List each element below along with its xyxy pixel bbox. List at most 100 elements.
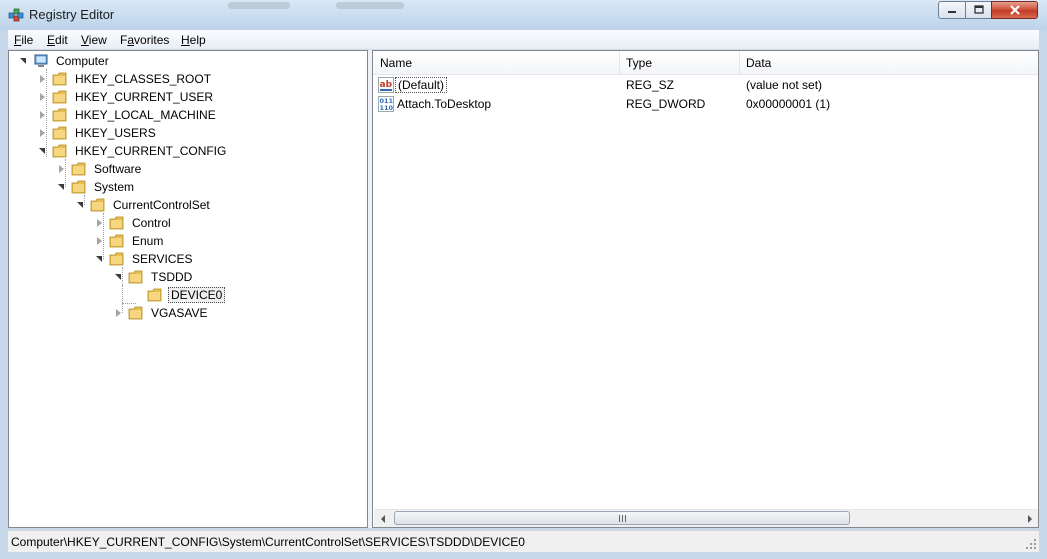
scroll-right-button[interactable] (1021, 510, 1038, 527)
folder-open-icon (109, 252, 124, 266)
blurred-title-area (228, 2, 290, 9)
scroll-left-button[interactable] (374, 510, 391, 527)
folder-icon (52, 108, 67, 122)
expand-arrow-icon[interactable] (114, 308, 124, 318)
list-item[interactable]: 011 110 Attach.ToDesktop REG_DWORD 0x000… (373, 95, 1038, 114)
values-list[interactable]: Name Type Data ab (Default) REG_SZ (valu… (372, 50, 1039, 528)
tree-node-hkey-current-config[interactable]: HKEY_CURRENT_CONFIG (38, 142, 228, 160)
tree-node-tsddd[interactable]: TSDDD (114, 268, 194, 286)
column-header-type[interactable]: Type (619, 51, 739, 74)
expand-arrow-icon[interactable] (38, 92, 48, 102)
tree-node-label: Enum (132, 234, 164, 248)
expand-arrow-icon[interactable] (95, 254, 105, 264)
maximize-button[interactable] (965, 1, 992, 19)
value-data: 0x00000001 (1) (746, 97, 831, 111)
value-type: REG_DWORD (626, 97, 706, 111)
tree-node-vgasave[interactable]: VGASAVE (114, 304, 209, 322)
minimize-icon (948, 11, 956, 13)
tree-node-control[interactable]: Control (95, 214, 173, 232)
menu-favorites-label-end: vorites (134, 33, 170, 47)
svg-text:ab: ab (380, 80, 393, 90)
title-bar[interactable]: Registry Editor (0, 0, 1047, 30)
chevron-right-icon (1027, 514, 1032, 523)
menu-file[interactable]: File (14, 33, 33, 47)
tree-node-currentcontrolset[interactable]: CurrentControlSet (76, 196, 212, 214)
expand-arrow-icon[interactable] (57, 182, 67, 192)
maximize-icon (973, 5, 984, 14)
expand-arrow-icon[interactable] (114, 272, 124, 282)
menu-view[interactable]: View (81, 33, 107, 47)
tree-node-hkey-local-machine[interactable]: HKEY_LOCAL_MACHINE (38, 106, 218, 124)
folder-icon (109, 216, 124, 230)
list-header: Name Type Data (373, 51, 1038, 75)
folder-icon (52, 72, 67, 86)
tree-node-label-selected: DEVICE0 (168, 287, 226, 303)
tree-node-label: TSDDD (151, 270, 193, 284)
tree-node-hkey-classes-root[interactable]: HKEY_CLASSES_ROOT (38, 70, 213, 88)
horizontal-scrollbar[interactable] (374, 509, 1038, 527)
menu-view-label: iew (88, 33, 107, 47)
tree-node-label: HKEY_CLASSES_ROOT (75, 72, 212, 86)
value-name: Attach.ToDesktop (397, 97, 492, 111)
tree-node-label: Control (132, 216, 171, 230)
folder-open-icon (147, 288, 162, 302)
value-type: REG_SZ (626, 78, 675, 92)
expand-arrow-icon[interactable] (38, 74, 48, 84)
menu-bar: File Edit View Favorites Help (8, 30, 1039, 50)
window-title: Registry Editor (29, 7, 115, 22)
expand-arrow-icon[interactable] (19, 56, 29, 66)
menu-edit[interactable]: Edit (47, 33, 68, 47)
folder-icon (109, 234, 124, 248)
folder-open-icon (90, 198, 105, 212)
expand-arrow-icon[interactable] (38, 128, 48, 138)
tree-node-hkey-users[interactable]: HKEY_USERS (38, 124, 158, 142)
tree-node-software[interactable]: Software (57, 160, 143, 178)
registry-editor-icon (8, 8, 24, 22)
tree-node-system[interactable]: System (57, 178, 136, 196)
tree-node-enum[interactable]: Enum (95, 232, 165, 250)
tree-node-services[interactable]: SERVICES (95, 250, 194, 268)
tree-node-hkey-current-user[interactable]: HKEY_CURRENT_USER (38, 88, 215, 106)
resize-grip-icon[interactable] (1025, 538, 1037, 550)
menu-file-label: ile (21, 33, 34, 47)
expand-arrow-icon[interactable] (57, 164, 67, 174)
expand-arrow-icon[interactable] (95, 218, 105, 228)
status-path: Computer\HKEY_CURRENT_CONFIG\System\Curr… (11, 535, 525, 549)
menu-edit-mnemonic: E (47, 33, 56, 47)
tree-node-label: Software (94, 162, 142, 176)
column-header-data[interactable]: Data (739, 51, 1038, 74)
tree-node-label: VGASAVE (151, 306, 208, 320)
menu-help[interactable]: Help (181, 33, 206, 47)
folder-open-icon (128, 270, 143, 284)
tree-node-label: System (94, 180, 135, 194)
expand-arrow-icon[interactable] (38, 146, 48, 156)
tree-node-label: Computer (56, 54, 109, 68)
folder-open-icon (52, 144, 67, 158)
expand-arrow-icon[interactable] (76, 200, 86, 210)
tree-node-label: HKEY_USERS (75, 126, 156, 140)
scrollbar-thumb[interactable] (394, 511, 850, 525)
expand-arrow-icon[interactable] (95, 236, 105, 246)
tree-node-label: SERVICES (132, 252, 193, 266)
chevron-left-icon (380, 514, 385, 523)
menu-favorites[interactable]: Favorites (120, 33, 169, 47)
blurred-title-area (336, 2, 404, 9)
tree-node-label: HKEY_CURRENT_USER (75, 90, 214, 104)
menu-help-label: elp (189, 33, 206, 47)
list-item[interactable]: ab (Default) REG_SZ (value not set) (373, 76, 1038, 95)
close-button[interactable] (991, 1, 1038, 19)
tree-guide-line (122, 285, 123, 303)
folder-open-icon (71, 180, 86, 194)
tree-node-device0[interactable]: DEVICE0 (133, 286, 226, 304)
tree-node-computer[interactable]: Computer (19, 52, 111, 70)
folder-icon (128, 306, 143, 320)
registry-tree[interactable]: Computer HKEY_CLASSES_ROOT HKEY_CURRENT_… (8, 50, 368, 528)
minimize-button[interactable] (938, 1, 966, 19)
close-icon (1009, 5, 1020, 15)
string-value-icon: ab (378, 77, 394, 93)
tree-node-label: HKEY_LOCAL_MACHINE (75, 108, 216, 122)
folder-icon (71, 162, 86, 176)
expand-arrow-icon[interactable] (38, 110, 48, 120)
column-header-name[interactable]: Name (373, 51, 619, 74)
